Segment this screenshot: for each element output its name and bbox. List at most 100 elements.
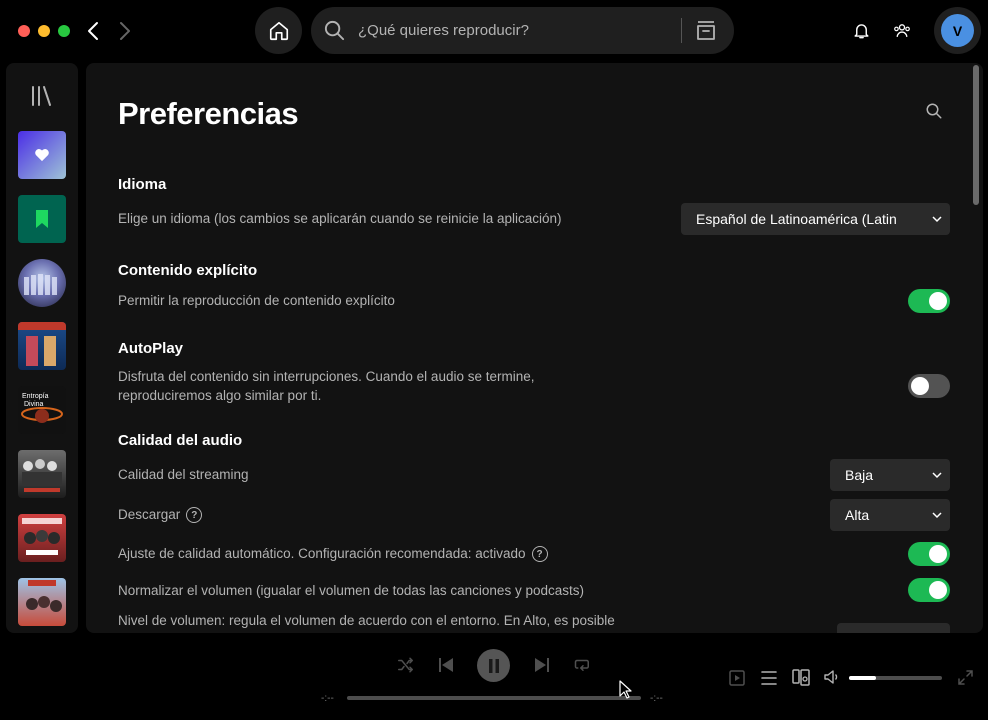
explicit-heading: Contenido explícito [118, 262, 258, 279]
pause-icon [488, 658, 499, 673]
help-icon[interactable]: ? [531, 546, 548, 563]
album-tile-3[interactable] [18, 450, 66, 498]
help-icon[interactable]: ? [186, 507, 203, 524]
chevron-down-icon [932, 472, 942, 479]
streaming-quality-label: Calidad del streaming [118, 467, 249, 482]
back-button[interactable] [80, 18, 106, 44]
queue-button[interactable] [761, 670, 777, 686]
queue-icon [761, 671, 777, 685]
volume-level-select[interactable] [837, 623, 950, 633]
album-cover-icon [22, 459, 62, 492]
library-sidebar: Entropía Divina [6, 63, 78, 633]
normalize-volume-label: Normalizar el volumen (igualar el volume… [118, 583, 584, 598]
home-button[interactable] [255, 7, 302, 54]
heart-icon [35, 149, 49, 162]
fullscreen-button[interactable] [958, 670, 973, 685]
scrollbar[interactable] [973, 65, 979, 205]
autoplay-description-line1: Disfruta del contenido sin interrupcione… [118, 369, 535, 384]
search-icon [324, 20, 345, 41]
download-quality-value: Alta [845, 507, 870, 523]
album-cover-icon: EntropíaDivina [21, 393, 63, 423]
language-description: Elige un idioma (los cambios se aplicará… [118, 211, 562, 226]
volume-icon [824, 670, 838, 684]
settings-search-button[interactable] [925, 102, 943, 120]
mute-button[interactable] [824, 669, 840, 685]
fullscreen-icon [958, 670, 973, 685]
next-button[interactable] [534, 657, 550, 673]
auto-adjust-label: Ajuste de calidad automático. Configurac… [118, 546, 526, 561]
language-heading: Idioma [118, 176, 167, 193]
album-tile-1[interactable] [18, 322, 66, 370]
toggle-knob [929, 292, 947, 310]
search-icon [926, 103, 942, 119]
play-pause-button[interactable] [477, 649, 510, 682]
now-playing-icon [729, 670, 745, 686]
progress-bar[interactable] [347, 696, 641, 700]
friends-icon [894, 24, 910, 37]
toggle-knob [929, 581, 947, 599]
toggle-knob [929, 545, 947, 563]
repeat-button[interactable] [572, 656, 591, 674]
cursor-arrow-icon [619, 680, 632, 699]
home-icon [269, 21, 288, 40]
device-icon [792, 669, 810, 686]
svg-text:Entropía: Entropía [22, 393, 49, 400]
album-tile-4[interactable] [18, 514, 66, 562]
minimize-window-button[interactable] [38, 25, 50, 37]
close-window-button[interactable] [18, 25, 30, 37]
auto-adjust-toggle[interactable] [908, 542, 950, 566]
autoplay-toggle[interactable] [908, 374, 950, 398]
library-button[interactable] [30, 85, 54, 107]
shuffle-icon [398, 657, 413, 673]
chevron-down-icon [932, 512, 942, 519]
page-title: Preferencias [118, 96, 299, 131]
auto-adjust-row: Ajuste de calidad automático. Configurac… [118, 544, 548, 563]
volume-level-label: Nivel de volumen: regula el volumen de a… [118, 613, 615, 628]
bookmark-icon [36, 210, 48, 228]
language-select[interactable]: Español de Latinoamérica (Latin [681, 203, 950, 235]
forward-button[interactable] [112, 18, 138, 44]
notifications-button[interactable] [852, 21, 871, 40]
audio-quality-heading: Calidad del audio [118, 432, 243, 449]
saved-episodes-tile[interactable] [18, 195, 66, 243]
chevron-right-icon [120, 22, 130, 40]
connect-device-button[interactable] [792, 669, 810, 686]
album-tile-5[interactable] [18, 578, 66, 626]
browse-icon[interactable] [695, 20, 717, 41]
normalize-volume-toggle[interactable] [908, 578, 950, 602]
liked-songs-tile[interactable] [18, 131, 66, 179]
download-quality-label: Descargar [118, 507, 181, 522]
album-cover-icon [22, 518, 62, 555]
download-quality-select[interactable]: Alta [830, 499, 950, 531]
streaming-quality-select[interactable]: Baja [830, 459, 950, 491]
avatar: V [941, 14, 974, 47]
autoplay-description-line2: reproduciremos algo similar por ti. [118, 388, 322, 403]
explicit-toggle[interactable] [908, 289, 950, 313]
shuffle-button[interactable] [396, 656, 415, 674]
repeat-icon [574, 659, 589, 671]
remaining-time: -:-- [650, 693, 663, 704]
search-input[interactable]: ¿Qué quieres reproducir? [311, 7, 734, 54]
album-tile-2[interactable]: Entropía Divina [18, 386, 66, 434]
previous-button[interactable] [438, 657, 454, 673]
profile-button[interactable]: V [934, 7, 981, 54]
skip-back-icon [439, 658, 453, 672]
search-placeholder: ¿Qué quieres reproducir? [358, 22, 529, 39]
bell-icon [854, 24, 869, 39]
album-cover-icon [26, 580, 62, 612]
skip-forward-icon [535, 658, 549, 672]
toggle-knob [911, 377, 929, 395]
chevron-left-icon [88, 22, 98, 40]
svg-text:Divina: Divina [24, 401, 44, 408]
artist-photo-icon [24, 274, 57, 295]
mouse-cursor [619, 680, 632, 699]
volume-level [849, 676, 876, 680]
streaming-quality-value: Baja [845, 467, 874, 483]
autoplay-heading: AutoPlay [118, 340, 184, 357]
artist-tile[interactable] [18, 259, 66, 307]
zoom-window-button[interactable] [58, 25, 70, 37]
now-playing-view-button[interactable] [729, 670, 745, 686]
language-select-value: Español de Latinoamérica (Latin [696, 211, 897, 227]
friend-activity-button[interactable] [892, 21, 912, 40]
album-cover-icon [18, 322, 66, 366]
